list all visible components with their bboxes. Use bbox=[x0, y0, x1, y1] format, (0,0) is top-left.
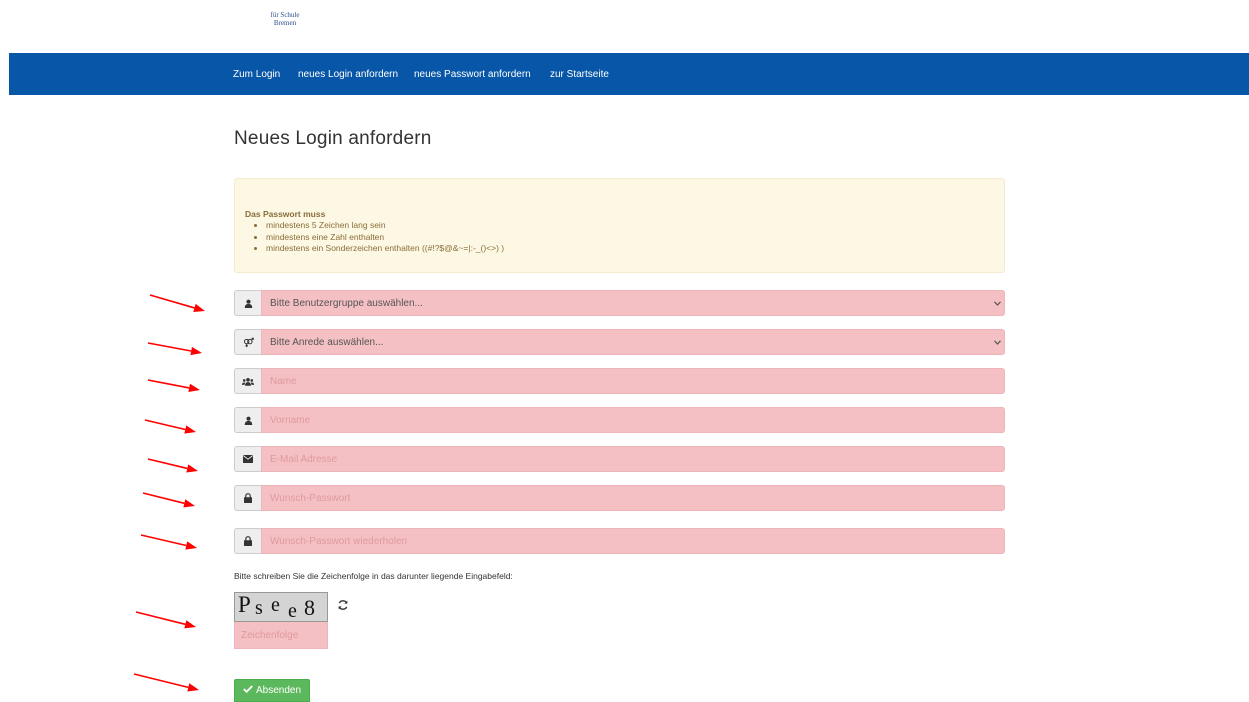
password-rule: mindestens eine Zahl enthalten bbox=[266, 232, 504, 244]
logo-line-2: Bremen bbox=[273, 19, 297, 27]
annotation-arrow-line bbox=[147, 379, 190, 389]
salutation-field: Bitte Anrede auswählen... bbox=[234, 329, 1005, 355]
chevron-down-icon bbox=[990, 298, 1004, 308]
email-input[interactable]: E-Mail Adresse bbox=[261, 446, 1005, 472]
password-rules-title: Das Passwort muss bbox=[245, 209, 326, 219]
refresh-icon[interactable] bbox=[337, 598, 349, 610]
page-title: Neues Login anfordern bbox=[234, 128, 432, 149]
annotation-arrow-line bbox=[142, 492, 185, 505]
annotation-arrow-head bbox=[193, 303, 205, 312]
logo: für Schule Bremen bbox=[255, 11, 315, 27]
password-rules-list: mindestens 5 Zeichen lang sein mindesten… bbox=[235, 220, 504, 255]
usergroup-select-value: Bitte Benutzergruppe auswählen... bbox=[270, 297, 423, 309]
annotation-arrow-head bbox=[185, 541, 197, 550]
top-navbar: Zum Login neues Login anfordern neues Pa… bbox=[9, 53, 1249, 95]
password-field: Wunsch-Passwort bbox=[234, 485, 1005, 511]
annotation-arrow-line bbox=[149, 294, 195, 309]
password-repeat-field: Wunsch-Passwort wiederholen bbox=[234, 528, 1005, 554]
lock-icon bbox=[234, 485, 261, 511]
annotation-arrow-head bbox=[184, 620, 196, 629]
usergroup-field: Bitte Benutzergruppe auswählen... bbox=[234, 290, 1005, 316]
captcha-instruction: Bitte schreiben Sie die Zeichenfolge in … bbox=[234, 571, 513, 581]
user-icon bbox=[234, 290, 261, 316]
annotation-arrow-head bbox=[187, 683, 199, 692]
annotation-arrow-line bbox=[144, 419, 186, 431]
check-icon bbox=[243, 685, 253, 696]
nav-item-zum-login[interactable]: Zum Login bbox=[233, 69, 280, 80]
envelope-icon bbox=[234, 446, 261, 472]
nav-item-neues-login[interactable]: neues Login anfordern bbox=[298, 69, 398, 80]
users-icon bbox=[234, 368, 261, 394]
password-input[interactable]: Wunsch-Passwort bbox=[261, 485, 1005, 511]
salutation-select[interactable]: Bitte Anrede auswählen... bbox=[261, 329, 1005, 355]
annotation-arrow-line bbox=[147, 342, 192, 352]
firstname-input[interactable]: Vorname bbox=[261, 407, 1005, 433]
annotation-arrow-head bbox=[183, 499, 195, 508]
email-field: E-Mail Adresse bbox=[234, 446, 1005, 472]
gender-icon bbox=[234, 329, 261, 355]
password-rule: mindestens ein Sonderzeichen enthalten (… bbox=[266, 243, 504, 255]
annotation-arrow-head bbox=[190, 346, 202, 356]
annotation-arrow-line bbox=[135, 611, 186, 626]
salutation-select-value: Bitte Anrede auswählen... bbox=[270, 336, 384, 348]
firstname-field: Vorname bbox=[234, 407, 1005, 433]
submit-button[interactable]: Absenden bbox=[234, 679, 310, 702]
name-input[interactable]: Name bbox=[261, 368, 1005, 394]
chevron-down-icon bbox=[990, 337, 1004, 347]
password-rules-alert: Das Passwort muss mindestens 5 Zeichen l… bbox=[234, 178, 1005, 273]
annotation-arrow-line bbox=[140, 534, 187, 547]
captcha-image: P s e e 8 bbox=[234, 592, 328, 622]
user-icon bbox=[234, 407, 261, 433]
annotation-arrow-line bbox=[133, 673, 189, 689]
usergroup-select[interactable]: Bitte Benutzergruppe auswählen... bbox=[261, 290, 1005, 316]
lock-icon bbox=[234, 528, 261, 554]
annotation-arrow-head bbox=[188, 383, 200, 393]
captcha-input[interactable]: Zeichenfolge bbox=[234, 622, 328, 649]
logo-line-1: für Schule bbox=[270, 11, 300, 19]
password-repeat-input[interactable]: Wunsch-Passwort wiederholen bbox=[261, 528, 1005, 554]
nav-item-startseite[interactable]: zur Startseite bbox=[550, 69, 609, 80]
name-field: Name bbox=[234, 368, 1005, 394]
password-rule: mindestens 5 Zeichen lang sein bbox=[266, 220, 504, 232]
annotation-arrow-head bbox=[184, 425, 196, 434]
annotation-arrow-head bbox=[186, 464, 198, 473]
submit-button-label: Absenden bbox=[255, 685, 302, 696]
annotation-arrow-line bbox=[147, 458, 188, 470]
nav-item-neues-passwort[interactable]: neues Passwort anfordern bbox=[414, 69, 531, 80]
